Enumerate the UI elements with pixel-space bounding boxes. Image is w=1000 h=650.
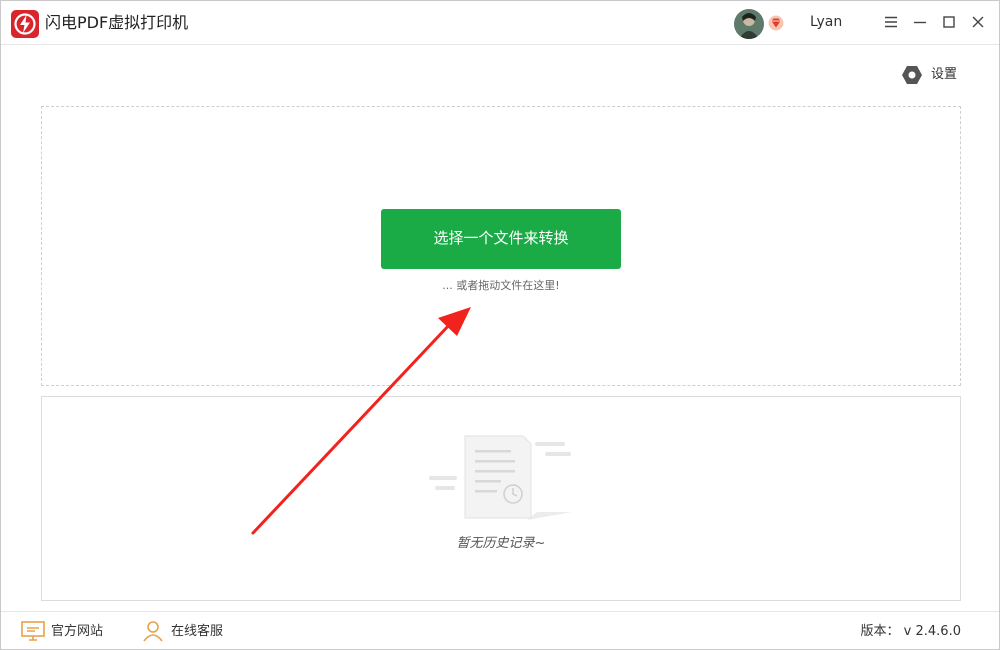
avatar-icon[interactable] [734,9,764,39]
select-file-button[interactable]: 选择一个文件来转换 [381,209,621,269]
gear-icon [901,65,923,85]
app-title: 闪电PDF虚拟打印机 [45,13,189,32]
monitor-icon [21,620,45,642]
online-support-label: 在线客服 [171,624,224,639]
close-icon[interactable] [968,12,988,32]
drag-hint: ... 或者拖动文件在这里! [442,279,560,292]
app-window: 闪电PDF虚拟打印机 Lyan 设置 选择一个文件来转换 ... 或者拖动文件在… [0,0,1000,650]
official-website-label: 官方网站 [51,624,104,639]
title-bar[interactable]: 闪电PDF虚拟打印机 Lyan [1,1,999,45]
app-logo-icon [11,10,39,38]
vip-diamond-icon [768,15,784,31]
empty-history-text: 暂无历史记录~ [456,536,546,551]
maximize-icon[interactable] [939,12,959,32]
empty-history-icon [427,432,577,527]
minimize-icon[interactable] [910,12,930,32]
footer-bar: 官方网站 在线客服 版本： v 2.4.6.0 [1,611,999,649]
history-panel: 暂无历史记录~ [41,396,961,601]
file-drop-zone[interactable]: 选择一个文件来转换 ... 或者拖动文件在这里! [41,106,961,386]
menu-icon[interactable] [881,12,901,32]
support-user-icon [141,620,165,642]
username[interactable]: Lyan [810,13,842,31]
version-label: 版本： v 2.4.6.0 [860,624,961,639]
settings-label: 设置 [931,67,958,82]
